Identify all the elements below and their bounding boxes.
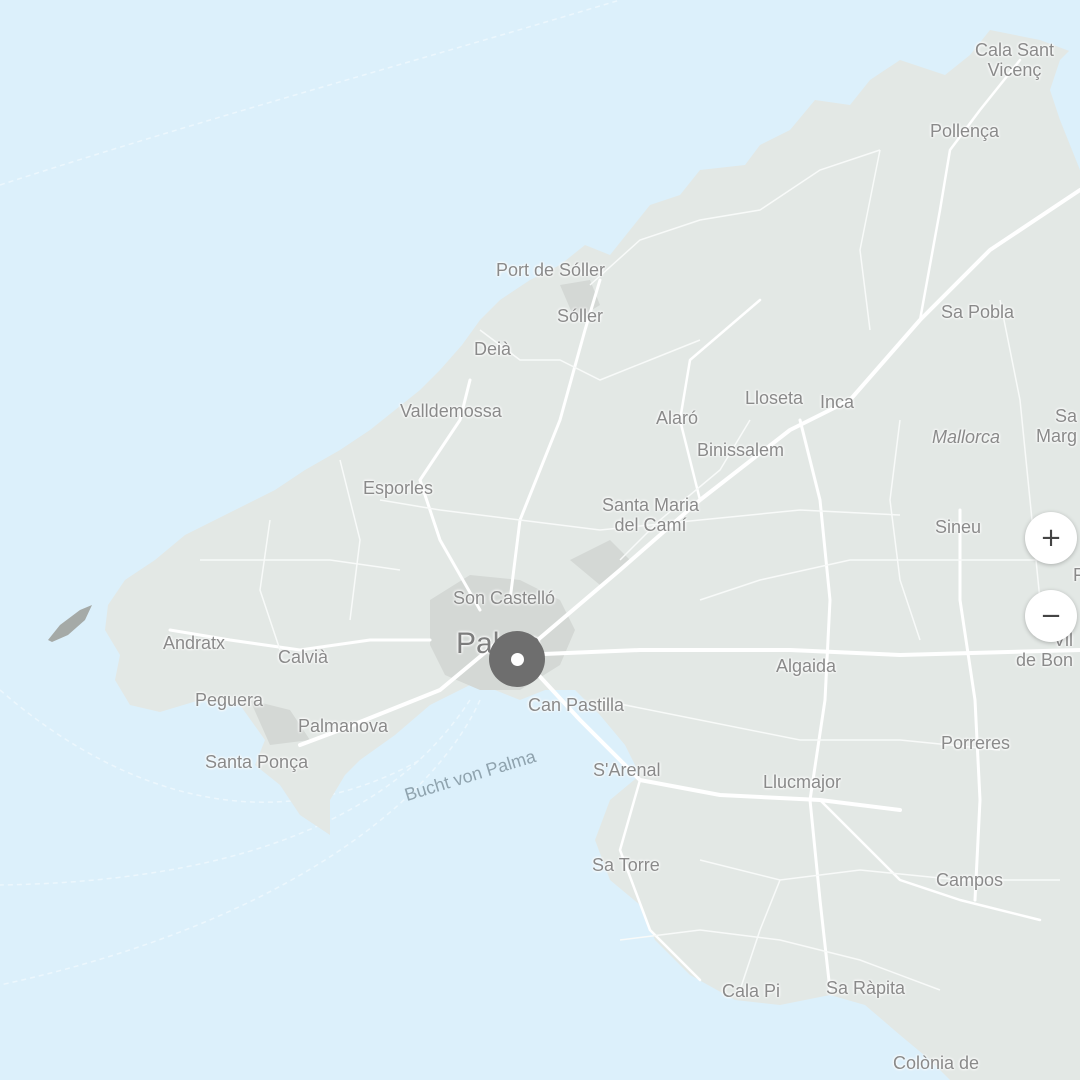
place-label-son-castello: Son Castelló: [453, 588, 556, 608]
place-label-sineu: Sineu: [935, 517, 982, 537]
zoom-in-button[interactable]: +: [1025, 512, 1077, 564]
place-label-edge-fragment: F: [1073, 565, 1080, 585]
place-label-port-de-soller: Port de Sóller: [496, 260, 606, 280]
place-label-santa-ponca: Santa Ponça: [205, 752, 309, 772]
place-label-alaro: Alaró: [656, 408, 699, 428]
place-label-campos: Campos: [936, 870, 1004, 890]
place-label-binissalem: Binissalem: [697, 440, 785, 460]
zoom-out-button[interactable]: −: [1025, 590, 1077, 642]
place-label-pollenca: Pollença: [930, 121, 1000, 141]
place-label-sa-marg: Sa Marg: [1036, 406, 1078, 446]
place-label-calvia: Calvià: [278, 647, 329, 667]
place-label-sa-torre: Sa Torre: [592, 855, 660, 875]
place-label-sa-pobla: Sa Pobla: [941, 302, 1015, 322]
region-label-mallorca: Mallorca: [932, 427, 1001, 447]
place-label-andratx: Andratx: [163, 633, 226, 653]
place-label-palmanova: Palmanova: [298, 716, 389, 736]
map-view[interactable]: Cala Sant Vicenç Pollença Port de Sóller…: [0, 0, 1080, 1080]
place-label-peguera: Peguera: [195, 690, 264, 710]
place-label-llucmajor: Llucmajor: [763, 772, 842, 792]
place-label-porreres: Porreres: [941, 733, 1011, 753]
place-label-esporles: Esporles: [363, 478, 434, 498]
place-label-cala-pi: Cala Pi: [722, 981, 781, 1001]
place-label-inca: Inca: [820, 392, 855, 412]
place-label-valldemossa: Valldemossa: [400, 401, 502, 421]
place-label-santa-maria: Santa Maria del Camí: [602, 495, 700, 535]
place-label-lloseta: Lloseta: [745, 388, 804, 408]
map-base: [0, 0, 1080, 1080]
place-label-s-arenal: S'Arenal: [593, 760, 661, 780]
dragonera-island: [48, 605, 92, 642]
place-label-cala-sant-vicenc: Cala Sant Vicenç: [975, 40, 1055, 80]
location-target-icon[interactable]: [489, 631, 545, 687]
place-label-colonia: Colònia de: [893, 1053, 980, 1073]
marker-center-dot: [510, 652, 524, 666]
place-label-can-pastilla: Can Pastilla: [528, 695, 625, 715]
place-label-algaida: Algaida: [776, 656, 837, 676]
place-label-soller: Sóller: [557, 306, 604, 326]
place-label-sa-rapita: Sa Ràpita: [826, 978, 906, 998]
place-label-deia: Deià: [474, 339, 512, 359]
